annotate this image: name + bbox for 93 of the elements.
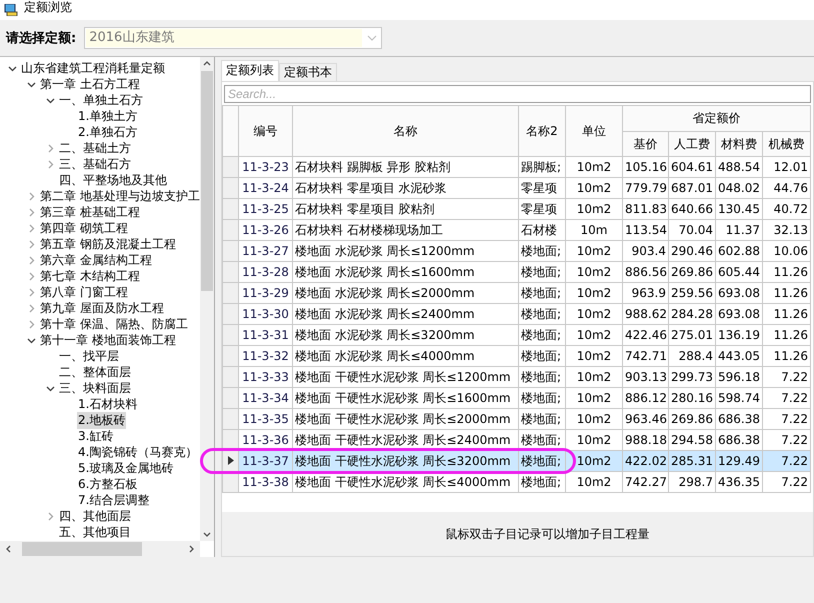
chevron-right-icon[interactable] [46,144,54,152]
table-row[interactable]: 11-3-35 楼地面 干硬性水泥砂浆 周长≤2000mm 楼地面; 10m2 963.46 269.86 686.38 7.22 [222,408,810,430]
table-cell: 7.22 [762,472,810,492]
table-row[interactable]: 11-3-24 石材块料 零星项目 水泥砂浆 零星项 10m2 779.79 687.01 048.02 44.76 [222,178,810,198]
tree-item[interactable]: 3.缸砖 [77,428,114,444]
tree-item[interactable]: 1.石材块料 [77,396,138,412]
table-cell: 楼地面 干硬性水泥砂浆 周长≤3200mm [292,450,518,472]
tree-item[interactable]: 五、其他项目 [58,524,132,540]
table-row[interactable]: 11-3-25 石材块料 零星项目 胶粘剂 零星项 10m2 811.83 640.66 130.45 40.72 [222,198,810,220]
chevron-right-icon[interactable] [26,224,36,232]
tree-item[interactable]: 2.单独石方 [77,124,138,140]
tree-item[interactable]: 第五章 钢筋及混凝土工程 [39,236,177,252]
tree-item[interactable]: 四、其他面层 [58,508,132,524]
tree-item[interactable]: 二、整体面层 [58,364,132,380]
chevron-down-icon[interactable] [26,80,36,88]
tree-item[interactable]: 6.方整石板 [77,476,138,492]
tree-item[interactable]: 4.陶瓷锦砖（马赛克） [77,444,198,460]
chevron-right-icon[interactable] [46,512,54,520]
tree-item[interactable]: 三、基础石方 [58,156,132,172]
chevron-right-icon[interactable] [26,192,36,200]
table-row[interactable]: 11-3-27 楼地面 水泥砂浆 周长≤1200mm 楼地面; 10m2 903.4 290.46 602.88 10.06 [222,240,810,262]
tree-item[interactable]: 7.结合层调整 [77,492,150,508]
chevron-right-icon[interactable] [26,240,36,248]
chevron-right-icon[interactable] [46,160,54,168]
column-header[interactable]: 机械费 [762,132,810,156]
window-title: 定额浏览 [24,0,72,16]
tree-item[interactable]: 第一章 土石方工程 [39,76,141,92]
chevron-down-icon[interactable] [46,384,54,392]
tab[interactable]: 定额列表 [221,60,279,81]
chevron-right-icon[interactable] [26,320,36,328]
column-header[interactable]: 单位 [566,106,622,156]
table-row[interactable]: 11-3-34 楼地面 干硬性水泥砂浆 周长≤1600mm 楼地面; 10m2 886.12 280.16 598.74 7.22 [222,388,810,408]
table-cell: 楼地面; [518,472,566,492]
table-row[interactable]: 11-3-31 楼地面 水泥砂浆 周长≤3200mm 楼地面; 10m2 422.46 275.01 136.19 11.26 [222,324,810,346]
chevron-right-icon[interactable] [26,288,36,296]
tree-item[interactable]: 第十章 保温、隔热、防腐工 [39,316,189,332]
table-row[interactable]: 11-3-36 楼地面 干硬性水泥砂浆 周长≤2400mm 楼地面; 10m2 988.18 294.58 686.38 7.22 [222,430,810,450]
table-row[interactable]: 11-3-28 楼地面 水泥砂浆 周长≤1600mm 楼地面; 10m2 886.56 269.86 605.44 11.26 [222,262,810,282]
tab[interactable]: 定额书本 [279,63,337,81]
tree-item[interactable]: 第二章 地基处理与边坡支护工 [39,188,200,204]
table-cell: 436.35 [716,472,762,492]
tree-item[interactable]: 一、找平层 [58,348,120,364]
table-cell: 10m2 [566,472,622,492]
tree-item[interactable]: 二、基础土方 [58,140,132,156]
table-cell: 楼地面; [518,450,566,472]
tree-item[interactable]: 第六章 金属结构工程 [39,252,153,268]
table-row[interactable]: 11-3-33 楼地面 干硬性水泥砂浆 周长≤1200mm 楼地面; 10m2 903.13 299.73 596.18 7.22 [222,366,810,388]
table-row[interactable]: 11-3-26 石材块料 石材楼梯现场加工 石材楼 10m 113.54 70.04 11.37 32.13 [222,220,810,240]
chevron-down-icon[interactable] [46,96,54,104]
column-header[interactable]: 基价 [622,132,668,156]
table-row[interactable]: 11-3-32 楼地面 水泥砂浆 周长≤4000mm 楼地面; 10m2 742.71 288.4 443.05 11.26 [222,346,810,366]
app-icon [4,4,18,16]
table-row[interactable]: 11-3-37 楼地面 干硬性水泥砂浆 周长≤3200mm 楼地面; 10m2 422.02 285.31 129.49 7.22 [222,450,810,472]
column-header[interactable]: 编号 [238,106,292,156]
column-header[interactable]: 名称 [292,106,518,156]
row-pointer-icon [228,456,234,465]
table-cell: 298.7 [668,472,716,492]
tree-item[interactable]: 一、单独土石方 [58,92,144,108]
chevron-right-icon[interactable] [26,208,36,216]
tree-item[interactable]: 1.单独土方 [77,108,138,124]
table-row[interactable]: 11-3-29 楼地面 水泥砂浆 周长≤2000mm 楼地面; 10m2 963.9 259.56 693.08 11.26 [222,282,810,304]
chevron-right-icon[interactable] [26,256,36,264]
table-cell: 742.27 [622,472,668,492]
tree-item[interactable]: 5.玻璃及金属地砖 [77,460,174,476]
column-group-header: 省定额价 [622,106,810,132]
scrollbar-thumb[interactable] [201,71,213,291]
tree-item[interactable]: 第八章 门窗工程 [39,284,129,300]
tree-item[interactable]: 山东省建筑工程消耗量定额 [20,60,166,76]
hint-text: 鼠标双击子目记录可以增加子目工程量 [446,526,650,542]
tree-item[interactable]: 第四章 砌筑工程 [39,220,129,236]
column-header[interactable]: 名称2 [518,106,566,156]
search-field[interactable]: Search... [224,85,811,103]
quota-label: 请选择定额: [6,30,76,47]
scrollbar-thumb[interactable] [22,542,142,556]
column-header[interactable]: 材料费 [716,132,762,156]
tree-item[interactable]: 2.地板砖 [77,412,126,428]
chevron-down-icon[interactable] [26,336,36,344]
tree-item[interactable]: 第七章 木结构工程 [39,268,141,284]
table-cell: 楼地面 干硬性水泥砂浆 周长≤4000mm [292,472,518,492]
tree-item[interactable]: 三、块料面层 [58,380,132,396]
table-row[interactable]: 11-3-23 石材块料 踢脚板 异形 胶粘剂 踢脚板; 10m2 105.16 604.61 488.54 12.01 [222,156,810,178]
table-row[interactable]: 11-3-30 楼地面 水泥砂浆 周长≤2400mm 楼地面; 10m2 988.62 284.28 693.08 11.26 [222,304,810,324]
chevron-right-icon[interactable] [26,272,36,280]
tree-item[interactable]: 四、平整场地及其他 [58,172,168,188]
quota-dropdown[interactable]: 2016山东建筑 [84,27,382,49]
table-row[interactable]: 11-3-38 楼地面 干硬性水泥砂浆 周长≤4000mm 楼地面; 10m2 742.27 298.7 436.35 7.22 [222,472,810,492]
tree-item[interactable]: 第十一章 楼地面装饰工程 [39,332,177,348]
column-header[interactable]: 人工费 [668,132,716,156]
chevron-right-icon[interactable] [26,304,36,312]
tree-item[interactable]: 第九章 屋面及防水工程 [39,300,165,316]
table-cell: 11-3-38 [238,472,292,492]
chevron-down-icon[interactable] [8,64,16,72]
tree-item[interactable]: 第三章 桩基础工程 [39,204,141,220]
